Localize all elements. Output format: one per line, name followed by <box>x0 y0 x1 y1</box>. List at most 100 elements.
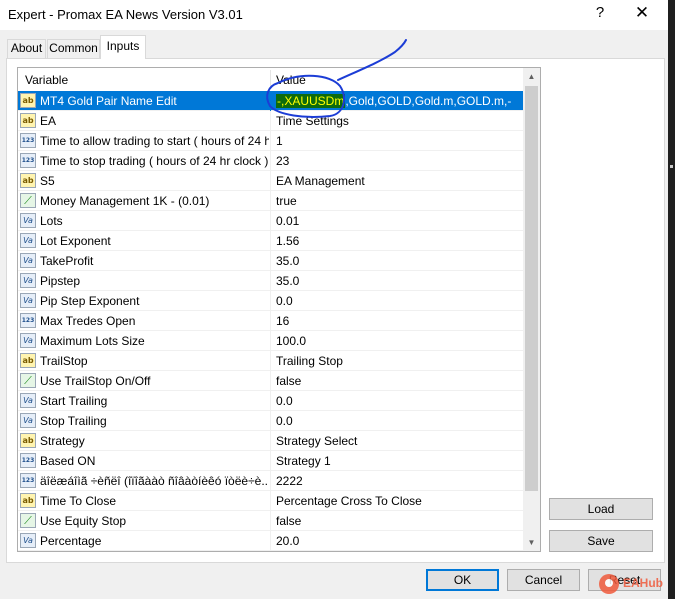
value-cell[interactable]: Trailing Stop <box>270 351 523 371</box>
table-row[interactable]: Va TakeProfit 35.0 <box>18 251 523 271</box>
value-cell[interactable]: Percentage Cross To Close <box>270 491 523 511</box>
table-row[interactable]: ⟋ Use Equity Stop false <box>18 511 523 531</box>
variable-value[interactable]: 35.0 <box>276 254 299 268</box>
table-row[interactable]: Va Lot Exponent 1.56 <box>18 231 523 251</box>
value-cell[interactable]: true <box>270 191 523 211</box>
variable-value[interactable]: Strategy Select <box>276 434 357 448</box>
value-cell[interactable]: 0.0 <box>270 391 523 411</box>
variable-cell[interactable]: ab EA <box>18 111 269 131</box>
tab-inputs[interactable]: Inputs <box>100 35 146 59</box>
table-row[interactable]: 123 Based ON Strategy 1 <box>18 451 523 471</box>
variable-cell[interactable]: Va Start Trailing <box>18 391 269 411</box>
table-row[interactable]: ⟋ Money Management 1K - (0.01) true <box>18 191 523 211</box>
variable-value[interactable]: -,XAUUSDm,Gold,GOLD,Gold.m,GOLD.m,- <box>276 94 511 108</box>
scroll-up-icon[interactable]: ▲ <box>523 68 540 85</box>
variable-cell[interactable]: Va Percentage <box>18 531 269 551</box>
variable-value[interactable]: 20.0 <box>276 534 299 548</box>
variable-value[interactable]: 100.0 <box>276 334 306 348</box>
cancel-button[interactable]: Cancel <box>507 569 580 591</box>
variable-value[interactable]: 0.01 <box>276 214 299 228</box>
column-header-variable[interactable]: Variable <box>25 73 68 87</box>
value-cell[interactable]: -,XAUUSDm,Gold,GOLD,Gold.m,GOLD.m,- <box>270 91 523 111</box>
variable-cell[interactable]: 123 Time to allow trading to start ( hour… <box>18 131 269 151</box>
variable-value[interactable]: 1.56 <box>276 234 299 248</box>
table-row[interactable]: ⟋ Use TrailStop On/Off false <box>18 371 523 391</box>
variable-cell[interactable]: ⟋ Use TrailStop On/Off <box>18 371 269 391</box>
load-button[interactable]: Load <box>549 498 653 520</box>
table-row[interactable]: 123 Time to allow trading to start ( hour… <box>18 131 523 151</box>
variable-cell[interactable]: Va Lot Exponent <box>18 231 269 251</box>
variable-value[interactable]: true <box>276 194 297 208</box>
variable-cell[interactable]: ab S5 <box>18 171 269 191</box>
variable-cell[interactable]: Va Pip Step Exponent <box>18 291 269 311</box>
table-row[interactable]: Va Maximum Lots Size 100.0 <box>18 331 523 351</box>
variable-value[interactable]: false <box>276 374 301 388</box>
value-cell[interactable]: Time Settings <box>270 111 523 131</box>
value-cell[interactable]: 23 <box>270 151 523 171</box>
value-cell[interactable]: 0.0 <box>270 411 523 431</box>
variable-value[interactable]: false <box>276 514 301 528</box>
column-header-value[interactable]: Value <box>276 73 306 87</box>
table-row[interactable]: ab TrailStop Trailing Stop <box>18 351 523 371</box>
table-row[interactable]: Va Start Trailing 0.0 <box>18 391 523 411</box>
table-row[interactable]: 123 äîëæáîìã ÷èñëî (îïîãààò ñîâàòíèêó ïòë… <box>18 471 523 491</box>
value-cell[interactable]: 2222 <box>270 471 523 491</box>
table-row[interactable]: 123 Time to stop trading ( hours of 24 hr… <box>18 151 523 171</box>
value-cell[interactable]: 1 <box>270 131 523 151</box>
variable-cell[interactable]: 123 äîëæáîìã ÷èñëî (îïîãààò ñîâàòíèêó ïòë… <box>18 471 269 491</box>
save-button[interactable]: Save <box>549 530 653 552</box>
scroll-down-icon[interactable]: ▼ <box>523 534 540 551</box>
variable-value[interactable]: Time Settings <box>276 114 349 128</box>
table-row[interactable]: ab S5 EA Management <box>18 171 523 191</box>
variable-value[interactable]: EA Management <box>276 174 365 188</box>
variable-cell[interactable]: Va TakeProfit <box>18 251 269 271</box>
variable-value[interactable]: Trailing Stop <box>276 354 343 368</box>
value-cell[interactable]: 100.0 <box>270 331 523 351</box>
value-cell[interactable]: 20.0 <box>270 531 523 551</box>
variable-cell[interactable]: 123 Max Tredes Open <box>18 311 269 331</box>
variable-cell[interactable]: Va Pipstep <box>18 271 269 291</box>
variable-cell[interactable]: Va Maximum Lots Size <box>18 331 269 351</box>
table-row[interactable]: Va Percentage 20.0 <box>18 531 523 551</box>
value-cell[interactable]: 0.01 <box>270 211 523 231</box>
variable-value[interactable]: 0.0 <box>276 294 293 308</box>
value-cell[interactable]: 35.0 <box>270 251 523 271</box>
table-row[interactable]: Va Pipstep 35.0 <box>18 271 523 291</box>
tab-about[interactable]: About <box>7 39 46 58</box>
column-divider[interactable] <box>270 70 271 88</box>
variable-cell[interactable]: ab Time To Close <box>18 491 269 511</box>
variable-value[interactable]: 0.0 <box>276 414 293 428</box>
variable-cell[interactable]: 123 Time to stop trading ( hours of 24 hr… <box>18 151 269 171</box>
help-icon[interactable]: ? <box>590 4 610 21</box>
variable-value[interactable]: 16 <box>276 314 289 328</box>
variable-value[interactable]: 1 <box>276 134 283 148</box>
variable-cell[interactable]: Va Stop Trailing <box>18 411 269 431</box>
variable-value[interactable]: 2222 <box>276 474 303 488</box>
table-row[interactable]: ab Time To Close Percentage Cross To Close <box>18 491 523 511</box>
table-row[interactable]: ab Strategy Strategy Select <box>18 431 523 451</box>
value-cell[interactable]: EA Management <box>270 171 523 191</box>
value-cell[interactable]: 0.0 <box>270 291 523 311</box>
variable-value[interactable]: 23 <box>276 154 289 168</box>
variable-cell[interactable]: ab TrailStop <box>18 351 269 371</box>
variable-cell[interactable]: ⟋ Money Management 1K - (0.01) <box>18 191 269 211</box>
variable-cell[interactable]: 123 Based ON <box>18 451 269 471</box>
ok-button[interactable]: OK <box>426 569 499 591</box>
vertical-scrollbar[interactable]: ▲ ▼ <box>523 68 540 551</box>
variable-cell[interactable]: ⟋ Use Equity Stop <box>18 511 269 531</box>
table-row[interactable]: Va Pip Step Exponent 0.0 <box>18 291 523 311</box>
variable-value[interactable]: 35.0 <box>276 274 299 288</box>
table-row[interactable]: ab MT4 Gold Pair Name Edit -,XAUUSDm,Gold,… <box>18 91 523 111</box>
table-row[interactable]: 123 Max Tredes Open 16 <box>18 311 523 331</box>
variable-cell[interactable]: ab Strategy <box>18 431 269 451</box>
scroll-thumb[interactable] <box>525 86 538 491</box>
tab-common[interactable]: Common <box>47 39 100 58</box>
variable-cell[interactable]: ab MT4 Gold Pair Name Edit <box>18 91 269 111</box>
value-cell[interactable]: 1.56 <box>270 231 523 251</box>
variable-value[interactable]: 0.0 <box>276 394 293 408</box>
variable-value[interactable]: Percentage Cross To Close <box>276 494 422 508</box>
table-row[interactable]: Va Stop Trailing 0.0 <box>18 411 523 431</box>
table-row[interactable]: ab EA Time Settings <box>18 111 523 131</box>
value-cell[interactable]: 16 <box>270 311 523 331</box>
close-icon[interactable]: ✕ <box>630 3 654 23</box>
